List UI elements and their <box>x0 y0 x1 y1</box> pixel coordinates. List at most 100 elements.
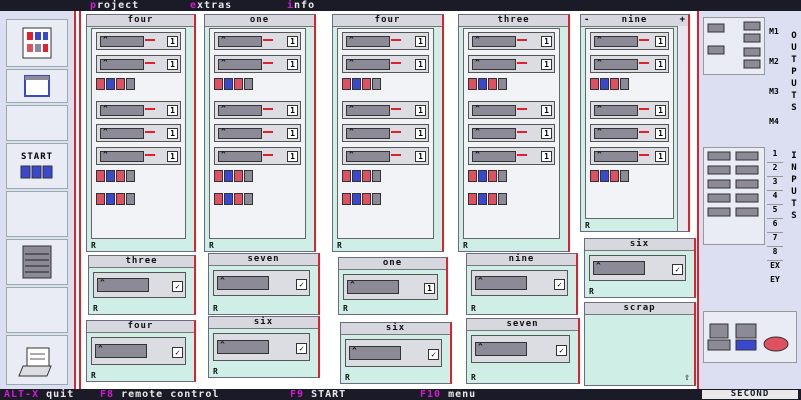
expand-button[interactable]: + <box>680 15 685 25</box>
input-8[interactable]: 8 <box>767 247 783 261</box>
input-block[interactable] <box>590 170 630 188</box>
input-ey[interactable]: EY <box>767 275 783 289</box>
panel-mid-5[interactable]: six ^ ✓ R <box>584 238 696 298</box>
program-block[interactable]: ^ 1 <box>214 124 301 142</box>
program-area[interactable]: ^ 1 ^ 1 ^ 1 ^ 1 ^ 1 <box>91 28 186 239</box>
program-block[interactable]: ^ 1 <box>342 55 429 73</box>
program-block[interactable]: ^ ✓ <box>213 333 310 361</box>
scroll-up-icon[interactable]: ⇧ <box>684 372 690 383</box>
status-start[interactable]: F9 START <box>290 389 346 400</box>
output-devices[interactable] <box>703 17 765 75</box>
program-block[interactable]: ^ ✓ <box>91 337 186 365</box>
program-block[interactable]: ^ 1 <box>96 101 181 119</box>
program-block[interactable]: ^ 1 <box>342 32 429 50</box>
input-ex[interactable]: EX <box>767 261 783 275</box>
scrap-panel[interactable]: scrap ⇧ <box>584 302 696 386</box>
panel-bottom-1[interactable]: four ^ ✓ R <box>86 320 196 382</box>
program-block[interactable]: ^ 1 <box>468 55 555 73</box>
input-block[interactable] <box>96 78 136 96</box>
program-block[interactable]: ^ ✓ <box>471 335 570 363</box>
program-block[interactable]: ^ 1 <box>96 32 181 50</box>
panel-bottom-4[interactable]: seven ^ ✓ R <box>466 318 580 384</box>
input-block[interactable] <box>96 193 136 211</box>
program-area[interactable]: ^ 1 ^ 1 ^ 1 ^ 1 ^ 1 <box>463 28 560 239</box>
panel-bottom-2[interactable]: six ^ ✓ R <box>208 316 320 378</box>
program-area[interactable]: ^ 1 ^ 1 ^ 1 ^ 1 ^ 1 <box>209 28 306 239</box>
input-block[interactable] <box>590 78 630 96</box>
panel-mid-3[interactable]: one ^ 1 R <box>338 257 448 315</box>
program-block[interactable]: ^ 1 <box>590 32 669 50</box>
output-m3[interactable]: M3 <box>767 77 781 107</box>
input-5[interactable]: 5 <box>767 205 783 219</box>
program-block[interactable]: ^ 1 <box>590 101 669 119</box>
status-menu[interactable]: F10 menu <box>420 389 476 400</box>
program-panel[interactable]: one ^ 1 ^ 1 ^ 1 ^ 1 ^ 1 R <box>204 14 316 252</box>
panel-mid-4[interactable]: nine ^ ✓ R <box>466 253 578 315</box>
input-block[interactable] <box>96 170 136 188</box>
program-block[interactable]: ^ 1 <box>590 147 669 165</box>
input-block[interactable] <box>468 193 508 211</box>
interface-tool[interactable] <box>6 239 68 285</box>
program-block[interactable]: ^ 1 <box>343 274 438 300</box>
status-quit[interactable]: ALT-X quit <box>4 389 74 400</box>
program-block[interactable]: ^ 1 <box>590 124 669 142</box>
program-block[interactable]: ^ 1 <box>468 32 555 50</box>
program-block[interactable]: ^ ✓ <box>471 270 568 296</box>
collapse-button[interactable]: - <box>584 15 589 25</box>
input-devices[interactable] <box>703 147 765 245</box>
program-block[interactable]: ^ 1 <box>468 124 555 142</box>
input-7[interactable]: 7 <box>767 233 783 247</box>
menu-project[interactable]: project <box>90 0 139 11</box>
interface-box[interactable] <box>703 311 797 363</box>
program-block[interactable]: ^ ✓ <box>589 255 686 281</box>
program-panel[interactable]: four ^ 1 ^ 1 ^ 1 ^ 1 ^ 1 R <box>332 14 444 252</box>
input-block[interactable] <box>468 170 508 188</box>
program-block[interactable]: ^ 1 <box>214 32 301 50</box>
menu-extras[interactable]: extras <box>190 0 232 11</box>
program-block[interactable]: ^ 1 <box>214 147 301 165</box>
program-block[interactable]: ^ ✓ <box>93 272 186 298</box>
program-block[interactable]: ^ ✓ <box>213 270 310 296</box>
program-block[interactable]: ^ 1 <box>468 101 555 119</box>
program-block[interactable]: ^ 1 <box>590 55 669 73</box>
input-block[interactable] <box>214 78 254 96</box>
program-block[interactable]: ^ 1 <box>468 147 555 165</box>
palette-tool[interactable] <box>6 19 68 67</box>
program-block[interactable]: ^ 1 <box>214 55 301 73</box>
output-m4[interactable]: M4 <box>767 107 781 137</box>
program-block[interactable]: ^ 1 <box>96 147 181 165</box>
output-m2[interactable]: M2 <box>767 47 781 77</box>
input-block[interactable] <box>342 78 382 96</box>
program-block[interactable]: ^ 1 <box>342 124 429 142</box>
input-1[interactable]: 1 <box>767 149 783 163</box>
panel-mid-2[interactable]: seven ^ ✓ R <box>208 253 320 315</box>
input-6[interactable]: 6 <box>767 219 783 233</box>
panel-mid-1[interactable]: three ^ ✓ R <box>88 255 196 315</box>
program-area[interactable]: ^ 1 ^ 1 ^ 1 ^ 1 ^ 1 <box>337 28 434 239</box>
input-block[interactable] <box>214 170 254 188</box>
input-4[interactable]: 4 <box>767 191 783 205</box>
input-block[interactable] <box>214 193 254 211</box>
program-area[interactable]: ^ 1 ^ 1 ^ 1 ^ 1 ^ 1 <box>585 28 674 219</box>
status-remote-control[interactable]: F8 remote control <box>100 389 219 400</box>
program-panel[interactable]: three ^ 1 ^ 1 ^ 1 ^ 1 ^ 1 R <box>458 14 570 252</box>
vertical-scrollbar[interactable] <box>677 26 688 231</box>
program-block[interactable]: ^ 1 <box>214 101 301 119</box>
input-2[interactable]: 2 <box>767 163 783 177</box>
output-m1[interactable]: M1 <box>767 17 781 47</box>
print-tool[interactable] <box>6 335 68 385</box>
program-panel[interactable]: four ^ 1 ^ 1 ^ 1 ^ 1 ^ 1 R <box>86 14 196 252</box>
program-panel[interactable]: nine - + ^ 1 ^ 1 ^ 1 ^ 1 ^ 1 R <box>580 14 690 232</box>
program-block[interactable]: ^ 1 <box>342 101 429 119</box>
menu-info[interactable]: info <box>287 0 315 11</box>
input-3[interactable]: 3 <box>767 177 783 191</box>
input-block[interactable] <box>468 78 508 96</box>
program-block[interactable]: ^ 1 <box>96 55 181 73</box>
start-tool[interactable]: START <box>6 143 68 189</box>
window-tool[interactable] <box>6 69 68 103</box>
panel-bottom-3[interactable]: six ^ ✓ R <box>340 322 452 384</box>
program-block[interactable]: ^ 1 <box>342 147 429 165</box>
program-block[interactable]: ^ ✓ <box>345 339 442 367</box>
program-block[interactable]: ^ 1 <box>96 124 181 142</box>
input-block[interactable] <box>342 193 382 211</box>
